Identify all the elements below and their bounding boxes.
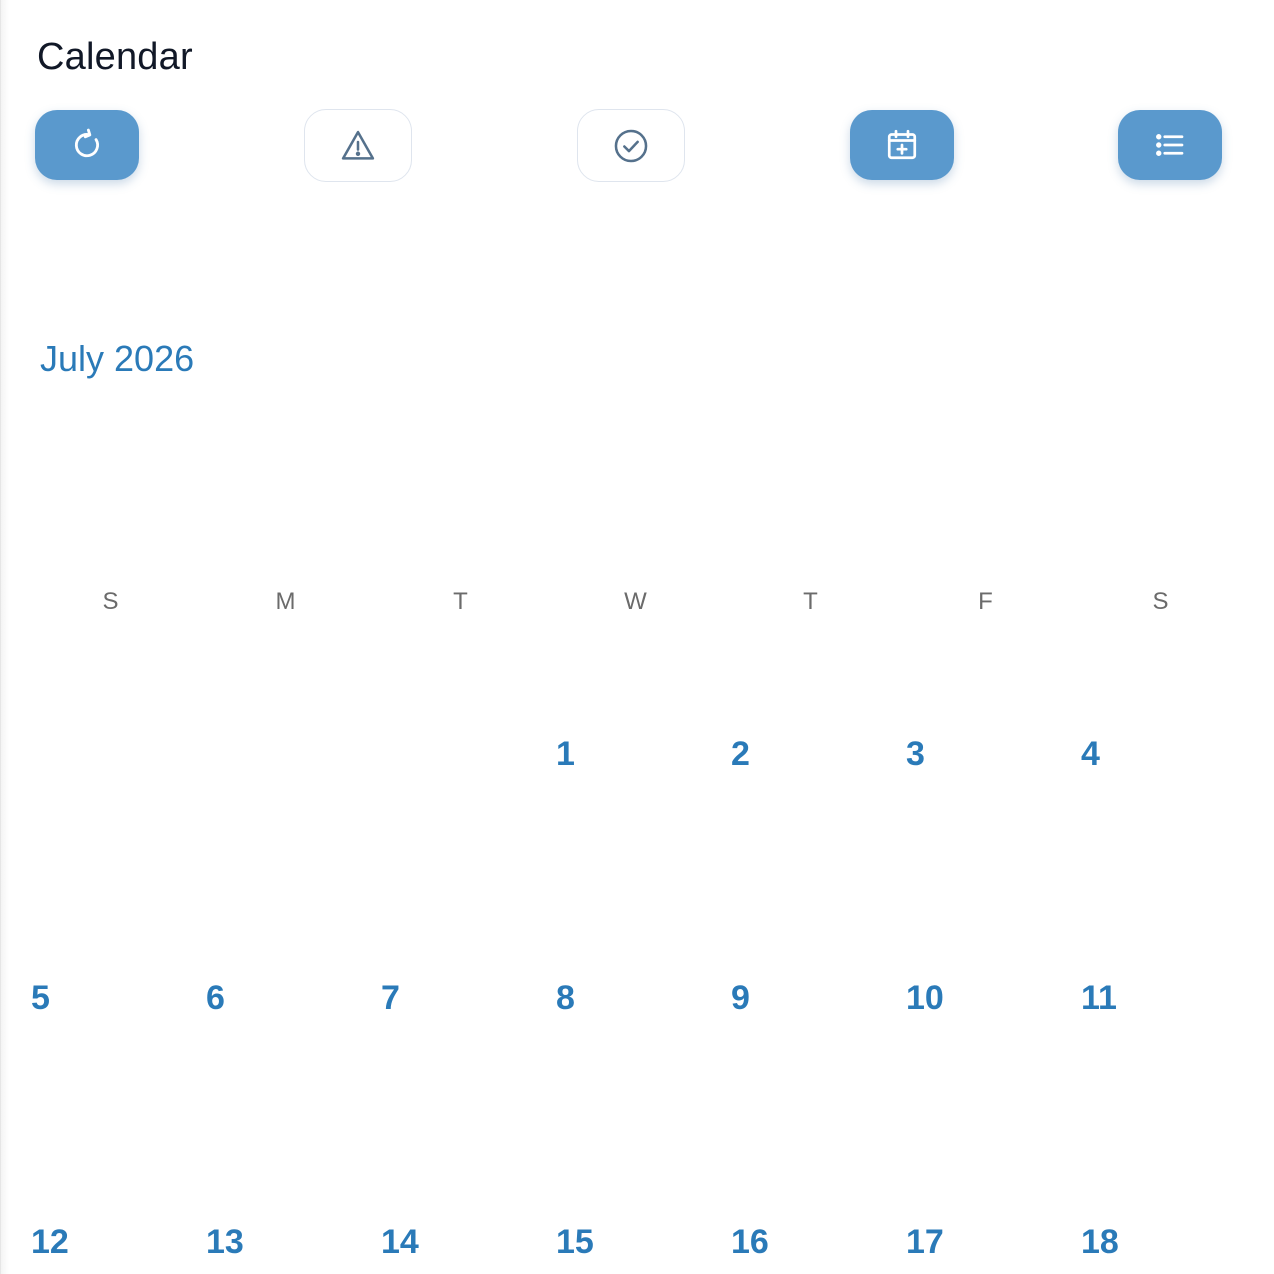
day-grid: 1 2 3 4 5 6 7 8 9 10 11 12 13 14 15 16 17 18	[23, 735, 1253, 1274]
warning-icon	[341, 130, 375, 160]
day-cell-17[interactable]: 17	[898, 1223, 1073, 1274]
refresh-button[interactable]	[35, 110, 139, 180]
weekday-label: T	[453, 588, 468, 615]
day-cell-9[interactable]: 9	[723, 979, 898, 1039]
weekday-label: S	[1152, 588, 1169, 615]
day-cell-10[interactable]: 10	[898, 979, 1073, 1039]
list-icon	[1156, 134, 1184, 156]
day-cell-3[interactable]: 3	[898, 735, 1073, 795]
alerts-button[interactable]	[304, 109, 412, 182]
month-title: July 2026	[40, 338, 195, 379]
page-title: Calendar	[37, 36, 193, 78]
day-cell-12[interactable]: 12	[23, 1223, 198, 1274]
day-cell-2[interactable]: 2	[723, 735, 898, 795]
day-cell-4[interactable]: 4	[1073, 735, 1248, 795]
weekday-label: M	[275, 588, 296, 615]
calendar-page: Calendar July 2026 S M T W T F S 1 2 3 4…	[0, 0, 1274, 1274]
add-event-button[interactable]	[850, 110, 954, 180]
weekday-label: W	[624, 588, 647, 615]
day-cell-6[interactable]: 6	[198, 979, 373, 1039]
weekday-label: S	[102, 588, 119, 615]
completed-button[interactable]	[577, 109, 685, 182]
day-cell-15[interactable]: 15	[548, 1223, 723, 1274]
day-cell-11[interactable]: 11	[1073, 979, 1248, 1039]
toolbar	[35, 109, 1225, 182]
day-cell-16[interactable]: 16	[723, 1223, 898, 1274]
weekday-header: S M T W T F S	[23, 588, 1253, 618]
day-cell-14[interactable]: 14	[373, 1223, 548, 1274]
check-circle-icon	[614, 129, 648, 162]
day-cell-8[interactable]: 8	[548, 979, 723, 1039]
calendar-add-icon	[887, 129, 917, 160]
list-view-button[interactable]	[1118, 110, 1222, 180]
day-cell-1[interactable]: 1	[548, 735, 723, 795]
day-cell-13[interactable]: 13	[198, 1223, 373, 1274]
weekday-label: F	[978, 588, 993, 615]
refresh-icon	[74, 128, 99, 158]
weekday-label: T	[803, 588, 818, 615]
day-cell-7[interactable]: 7	[373, 979, 548, 1039]
day-cell-5[interactable]: 5	[23, 979, 198, 1039]
day-cell-18[interactable]: 18	[1073, 1223, 1248, 1274]
